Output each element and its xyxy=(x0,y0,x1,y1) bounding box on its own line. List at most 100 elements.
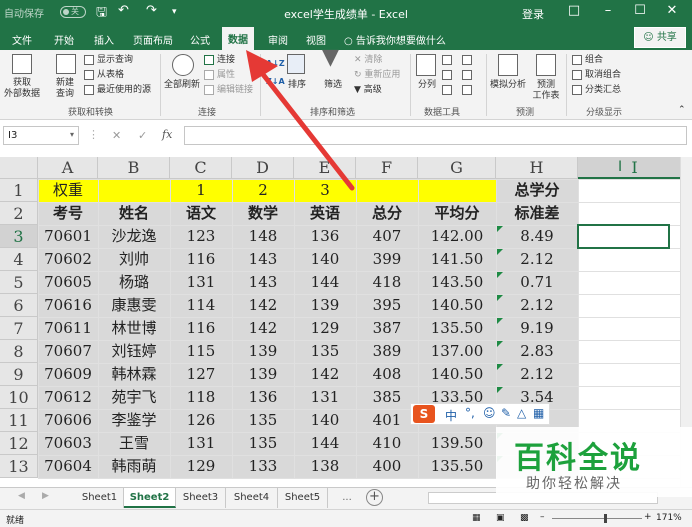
tab-formulas[interactable]: 公式 xyxy=(190,32,210,47)
cell-b9[interactable]: 韩林霖 xyxy=(98,363,170,386)
get-external-data-button[interactable]: 获取 外部数据 xyxy=(2,78,42,100)
cell-h1[interactable]: 总学分 xyxy=(496,179,578,202)
cell-d5[interactable]: 143 xyxy=(232,271,294,294)
cell-b8[interactable]: 刘钰婷 xyxy=(98,340,170,363)
advanced-button[interactable]: ▼ 高级 xyxy=(354,85,382,96)
error-indicator-icon[interactable] xyxy=(497,272,503,278)
cell-d10[interactable]: 136 xyxy=(232,386,294,409)
filter-button[interactable]: 筛选 xyxy=(324,80,342,91)
connections-button[interactable]: 连接 xyxy=(217,55,235,66)
sheet-tab-sheet2[interactable]: Sheet2 xyxy=(124,488,176,508)
cell-c5[interactable]: 131 xyxy=(170,271,232,294)
cell-c2[interactable]: 语文 xyxy=(170,202,232,225)
edit-links-button[interactable]: 编辑链接 xyxy=(217,85,253,96)
tab-review[interactable]: 审阅 xyxy=(268,32,288,47)
row-header-8[interactable]: 8 xyxy=(0,340,38,363)
flash-fill-icon[interactable] xyxy=(442,55,452,65)
cell-f11[interactable]: 401 xyxy=(356,409,418,432)
forecast-sheet-button[interactable]: 预测 工作表 xyxy=(530,80,562,102)
cell-f6[interactable]: 395 xyxy=(356,294,418,317)
cell-d1[interactable]: 2 xyxy=(232,179,294,202)
tab-data[interactable]: 数据 xyxy=(222,27,254,50)
error-indicator-icon[interactable] xyxy=(497,364,503,370)
cell-d12[interactable]: 135 xyxy=(232,432,294,455)
name-box[interactable]: I3 xyxy=(3,126,79,145)
cell-d13[interactable]: 133 xyxy=(232,455,294,478)
cell-a8[interactable]: 70607 xyxy=(38,340,98,363)
row-header-12[interactable]: 12 xyxy=(0,432,38,455)
ime-skin-icon[interactable]: △ xyxy=(517,406,526,420)
cell-h5[interactable]: 0.71 xyxy=(496,271,578,294)
cell-e6[interactable]: 139 xyxy=(294,294,356,317)
text-to-columns-button[interactable]: 分列 xyxy=(418,80,436,91)
sogou-logo-icon[interactable]: S xyxy=(413,405,435,423)
ungroup-button[interactable]: 取消组合 xyxy=(585,70,621,81)
cell-h7[interactable]: 9.19 xyxy=(496,317,578,340)
tab-home[interactable]: 开始 xyxy=(54,32,74,47)
cell-f10[interactable]: 385 xyxy=(356,386,418,409)
cell-c7[interactable]: 116 xyxy=(170,317,232,340)
sort-button[interactable]: 排序 xyxy=(288,80,306,91)
zoom-in-icon[interactable]: + xyxy=(644,512,652,522)
cell-f9[interactable]: 408 xyxy=(356,363,418,386)
cell-c11[interactable]: 126 xyxy=(170,409,232,432)
row-header-3[interactable]: 3 xyxy=(0,225,38,248)
cell-c8[interactable]: 115 xyxy=(170,340,232,363)
cell-e10[interactable]: 131 xyxy=(294,386,356,409)
cell-g12[interactable]: 139.50 xyxy=(418,432,496,455)
zoom-slider[interactable] xyxy=(552,518,642,519)
cell-d11[interactable]: 135 xyxy=(232,409,294,432)
sheet-tab-sheet1[interactable]: Sheet1 xyxy=(76,488,124,508)
cell-a11[interactable]: 70606 xyxy=(38,409,98,432)
cell-g4[interactable]: 141.50 xyxy=(418,248,496,271)
cell-g8[interactable]: 137.00 xyxy=(418,340,496,363)
cell-d8[interactable]: 139 xyxy=(232,340,294,363)
row-header-4[interactable]: 4 xyxy=(0,248,38,271)
error-indicator-icon[interactable] xyxy=(497,387,503,393)
tab-page-layout[interactable]: 页面布局 xyxy=(133,32,173,47)
name-box-dropdown-icon[interactable]: ▾ xyxy=(70,130,74,139)
cancel-icon[interactable]: ✕ xyxy=(112,129,121,142)
column-header-h[interactable]: H xyxy=(496,157,578,179)
sheet-tab-sheet4[interactable]: Sheet4 xyxy=(226,488,278,508)
cell-b7[interactable]: 林世博 xyxy=(98,317,170,340)
consolidate-icon[interactable] xyxy=(462,55,472,65)
cell-c12[interactable]: 131 xyxy=(170,432,232,455)
cell-d3[interactable]: 148 xyxy=(232,225,294,248)
cell-e13[interactable]: 138 xyxy=(294,455,356,478)
error-indicator-icon[interactable] xyxy=(497,318,503,324)
cell-a9[interactable]: 70609 xyxy=(38,363,98,386)
cell-c13[interactable]: 129 xyxy=(170,455,232,478)
reapply-button[interactable]: ↻ 重新应用 xyxy=(354,70,400,81)
row-header-10[interactable]: 10 xyxy=(0,386,38,409)
new-query-button[interactable]: 新建 查询 xyxy=(50,78,80,100)
cell-e3[interactable]: 136 xyxy=(294,225,356,248)
cell-c10[interactable]: 118 xyxy=(170,386,232,409)
row-header-7[interactable]: 7 xyxy=(0,317,38,340)
cell-c9[interactable]: 127 xyxy=(170,363,232,386)
cell-a1[interactable]: 权重 xyxy=(38,179,98,202)
sort-az-icon[interactable]: A↓Z xyxy=(266,58,285,69)
what-if-button[interactable]: 模拟分析 xyxy=(490,80,526,91)
cell-e2[interactable]: 英语 xyxy=(294,202,356,225)
column-header-e[interactable]: E xyxy=(294,157,356,179)
cell-b4[interactable]: 刘帅 xyxy=(98,248,170,271)
cell-b5[interactable]: 杨璐 xyxy=(98,271,170,294)
row-header-6[interactable]: 6 xyxy=(0,294,38,317)
error-indicator-icon[interactable] xyxy=(497,295,503,301)
cell-e11[interactable]: 140 xyxy=(294,409,356,432)
cell-f4[interactable]: 399 xyxy=(356,248,418,271)
cell-f12[interactable]: 410 xyxy=(356,432,418,455)
close-icon[interactable]: ✕ xyxy=(658,3,686,18)
relationships-icon[interactable] xyxy=(462,70,472,80)
column-header-f[interactable]: F xyxy=(356,157,418,179)
cell-d7[interactable]: 142 xyxy=(232,317,294,340)
column-header-c[interactable]: C xyxy=(170,157,232,179)
cell-f2[interactable]: 总分 xyxy=(356,202,418,225)
cell-b3[interactable]: 沙龙逸 xyxy=(98,225,170,248)
cell-g3[interactable]: 142.00 xyxy=(418,225,496,248)
scroll-right-icon[interactable]: ▶ xyxy=(42,491,49,501)
cell-b12[interactable]: 王雪 xyxy=(98,432,170,455)
from-table-button[interactable]: 从表格 xyxy=(97,70,124,81)
recent-sources-button[interactable]: 最近使用的源 xyxy=(97,85,151,96)
